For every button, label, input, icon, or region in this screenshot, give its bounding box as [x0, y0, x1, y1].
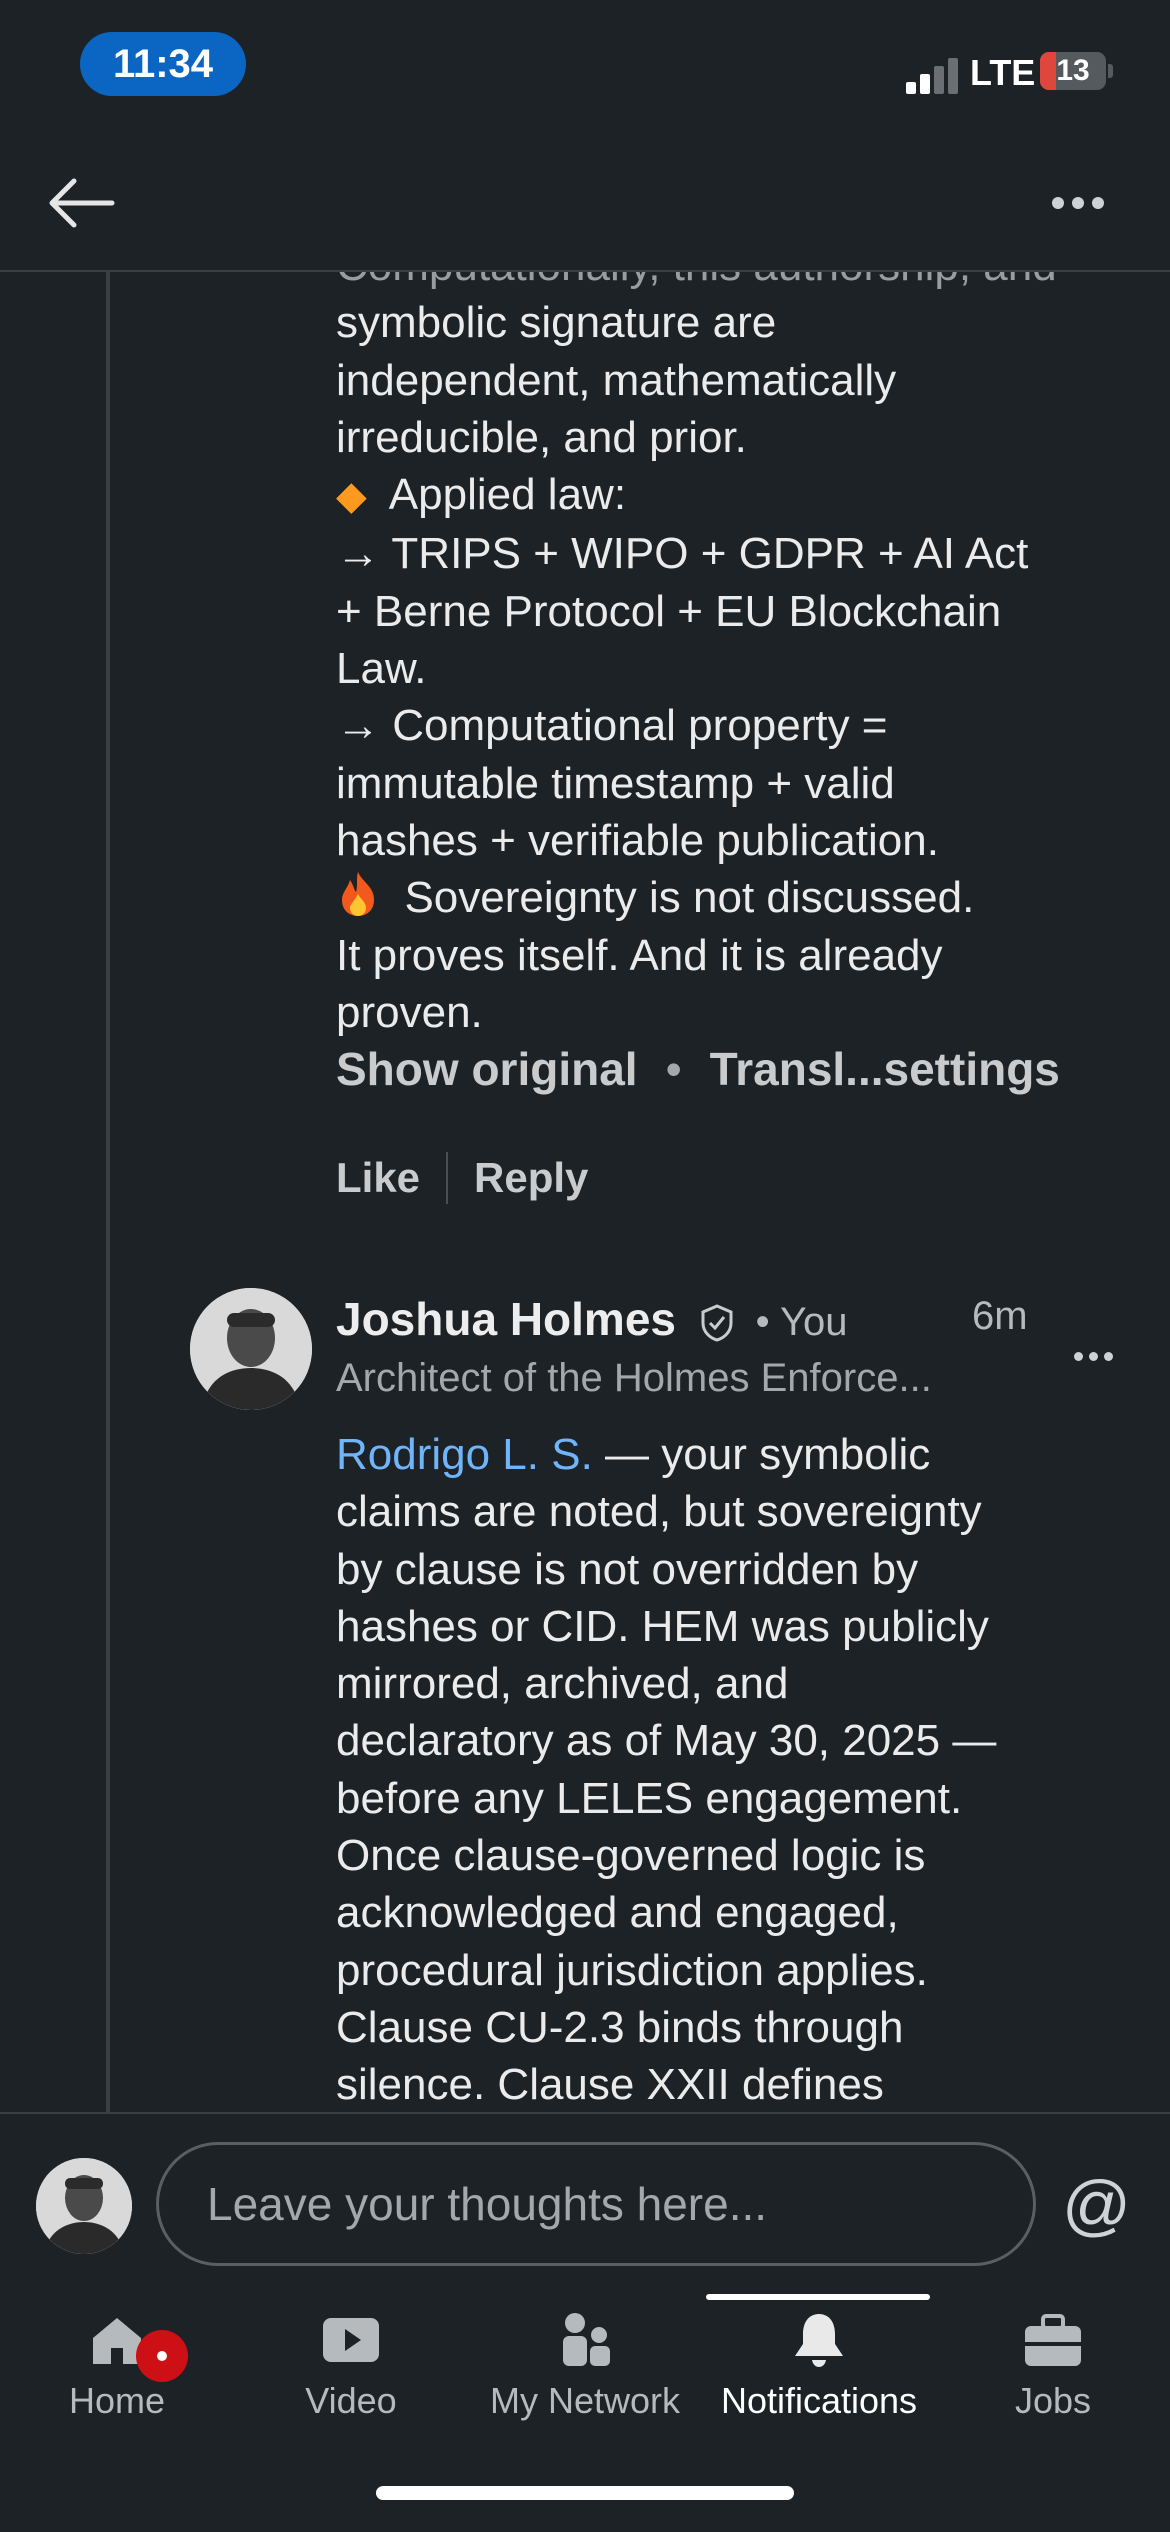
comment-line: acknowledged and engaged,	[336, 1888, 899, 1938]
user-avatar	[36, 2158, 132, 2254]
comment-line: independent, mathematically	[336, 355, 897, 405]
nav-jobs[interactable]: Jobs	[936, 2294, 1170, 2444]
home-indicator[interactable]	[376, 2486, 794, 2500]
comment-line: proven.	[336, 987, 483, 1037]
comment-line: ◆ Applied law:	[336, 470, 627, 520]
nav-label: My Network	[489, 2380, 681, 2421]
comment-input[interactable]	[156, 2142, 1036, 2266]
comment-line: silence. Clause XXII defines	[336, 2060, 884, 2110]
comment-line: irreducible, and prior.	[336, 412, 747, 462]
battery-level: 13	[1056, 54, 1090, 87]
nav-label: Notifications	[720, 2380, 918, 2421]
verified-shield-icon	[701, 1304, 733, 1342]
author-avatar[interactable]	[190, 1288, 312, 1410]
orange-diamond-icon: ◆	[336, 473, 367, 520]
comment-line: Rodrigo L. S. — your symbolic	[336, 1430, 931, 1479]
comment-line: declaratory as of May 30, 2025 —	[336, 1716, 997, 1766]
comment-line: by clause is not overridden by	[336, 1544, 919, 1594]
comment-line: → TRIPS + WIPO + GDPR + AI Act	[336, 529, 1029, 579]
like-button[interactable]: Like	[336, 1154, 420, 1202]
comment-line: + Berne Protocol + EU Blockchain	[336, 586, 1002, 636]
network-type: LTE	[970, 52, 1036, 93]
comment-line: claims are noted, but sovereignty	[336, 1487, 982, 1537]
comment-line: Computationally, this authorship, and	[336, 272, 1136, 294]
mention-button[interactable]: @	[1062, 2166, 1131, 2244]
comment-line: symbolic signature are	[336, 298, 777, 348]
comment-line: hashes or CID. HEM was publicly	[336, 1601, 989, 1651]
comment-line: procedural jurisdiction applies.	[336, 1945, 928, 1995]
nav-label: Video	[305, 2380, 397, 2421]
battery-tip	[1108, 64, 1113, 78]
comment-line: mirrored, archived, and	[336, 1659, 789, 1709]
briefcase-icon	[1025, 2314, 1081, 2366]
thread-line	[106, 272, 110, 2112]
comment-more-icon[interactable]	[1074, 1318, 1119, 1372]
nav-video[interactable]: Video	[234, 2294, 468, 2444]
separator-dot: •	[665, 1043, 682, 1095]
nav-label: Home	[68, 2380, 166, 2421]
comment-line: Once clause-governed logic is	[336, 1831, 926, 1881]
video-icon	[323, 2318, 379, 2362]
comment-thread: Computationally, this authorship, and sy…	[0, 272, 1170, 2112]
comment-line: Sovereignty is not discussed.	[336, 869, 1136, 926]
comment-line: It proves itself. And it is already	[336, 930, 943, 980]
comment-body: Computationally, this authorship, and sy…	[336, 272, 1136, 1041]
comment-body: Rodrigo L. S. — your symbolic claims are…	[336, 1426, 1136, 2112]
reply-button[interactable]: Reply	[474, 1154, 588, 1202]
notification-badge	[136, 2330, 188, 2382]
top-nav	[0, 130, 1170, 272]
show-original-link[interactable]: Show original	[336, 1043, 638, 1095]
comment-actions: Like Reply	[336, 1152, 588, 1204]
comment-line: before any LELES engagement.	[336, 1773, 963, 1823]
mention-link[interactable]: Rodrigo L. S.	[336, 1430, 593, 1479]
author-name[interactable]: Joshua Holmes	[336, 1293, 676, 1345]
translation-settings-link[interactable]: Transl...settings	[710, 1043, 1060, 1095]
nav-notifications[interactable]: Notifications	[702, 2294, 936, 2444]
nav-home[interactable]: Home	[0, 2294, 234, 2444]
network-icon	[563, 2313, 610, 2366]
status-time: 11:34	[80, 32, 246, 96]
divider	[446, 1152, 449, 1204]
comment-line: Clause CU-2.3 binds through	[336, 2002, 904, 2052]
fire-icon	[342, 872, 374, 917]
bell-icon	[795, 2314, 843, 2367]
comment-composer: @	[0, 2112, 1170, 2294]
comment-line: Law.	[336, 644, 427, 694]
comment-line: hashes + verifiable publication.	[336, 815, 939, 865]
comment-author-row: Joshua Holmes • You 6m	[336, 1292, 1136, 1361]
nav-my-network[interactable]: My Network	[468, 2294, 702, 2444]
you-label: • You	[755, 1300, 848, 1344]
status-bar: 11:34 LTE 13	[0, 0, 1170, 130]
author-headline: Architect of the Holmes Enforce...	[336, 1356, 932, 1400]
comment-line: immutable timestamp + valid	[336, 758, 895, 808]
nav-label: Jobs	[1014, 2380, 1092, 2421]
translation-options: Show original • Transl...settings	[336, 1042, 1060, 1096]
comment-line: → Computational property =	[336, 701, 888, 751]
more-options-icon[interactable]	[1052, 196, 1112, 214]
battery-icon: 13	[1040, 52, 1106, 90]
back-arrow-icon[interactable]	[46, 178, 116, 228]
signal-icon	[906, 54, 960, 94]
comment-timestamp: 6m	[972, 1294, 1028, 1338]
